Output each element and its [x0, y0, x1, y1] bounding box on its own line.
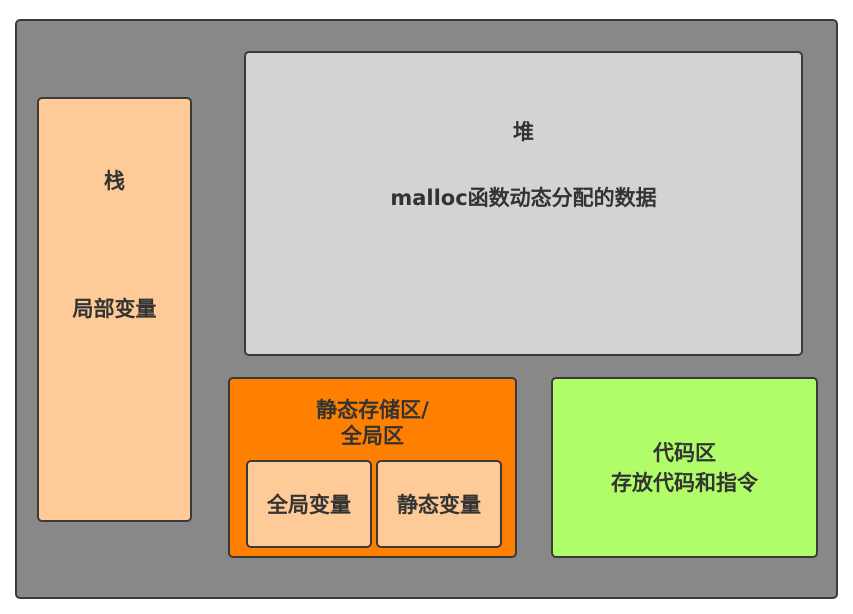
static-vars-box: 静态变量 [376, 460, 502, 548]
code-title: 代码区 [653, 440, 716, 465]
stack-region: 栈 局部变量 [37, 97, 192, 522]
global-vars-label: 全局变量 [267, 493, 351, 517]
static-vars-label: 静态变量 [397, 493, 481, 517]
global-vars-box: 全局变量 [246, 460, 372, 548]
static-storage-region: 静态存储区/ 全局区 全局变量 静态变量 [228, 377, 517, 558]
stack-description: 局部变量 [72, 297, 157, 321]
code-description: 存放代码和指令 [611, 470, 758, 495]
stack-title: 栈 [104, 169, 125, 193]
code-region: 代码区 存放代码和指令 [551, 377, 818, 558]
static-title-line2: 全局区 [341, 424, 404, 448]
heap-region: 堆 malloc函数动态分配的数据 [244, 51, 803, 356]
static-title-line1: 静态存储区/ [316, 398, 429, 422]
heap-title: 堆 [513, 120, 534, 144]
heap-description: malloc函数动态分配的数据 [390, 186, 657, 210]
